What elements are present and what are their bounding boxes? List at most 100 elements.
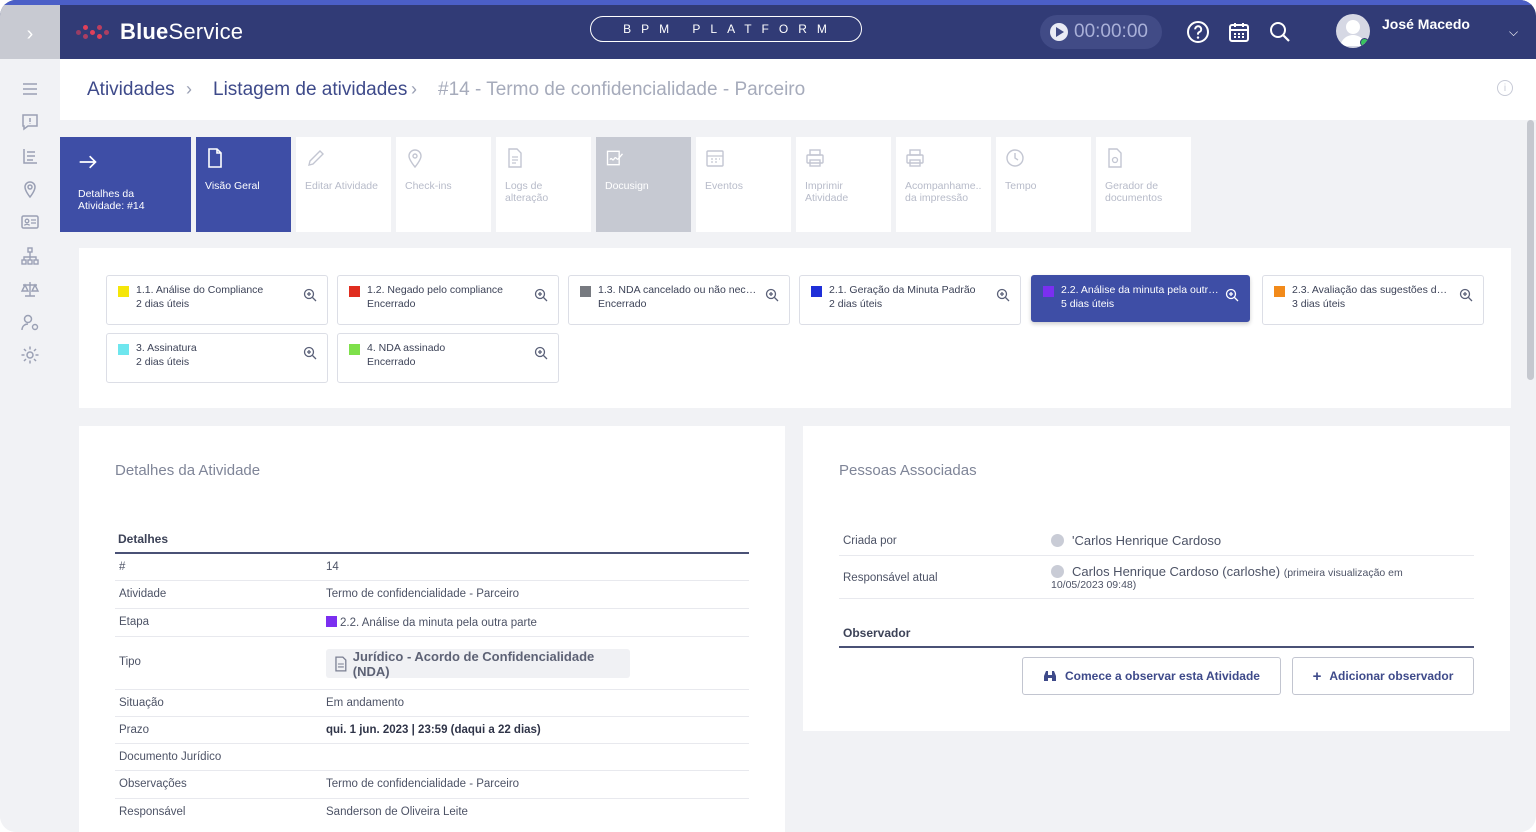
tab-label: Detalhes da Atividade: #14 (78, 188, 145, 212)
stage-card[interactable]: 2.3. Avaliação das sugestões da ou... 3 d… (1262, 275, 1484, 325)
zoom-in-icon[interactable] (1459, 288, 1473, 302)
stage-color-swatch (1043, 286, 1054, 297)
created-by-value: 'Carlos Henrique Cardoso (1051, 533, 1221, 548)
menu-icon[interactable] (20, 79, 40, 99)
stage-title: 3. Assinatura (136, 342, 197, 354)
tab-print-tracking[interactable]: Acompanhame.. da impressão (896, 137, 991, 232)
stage-card[interactable]: 1.1. Análise do Compliance 2 dias úteis (106, 275, 328, 325)
responsible-label: Responsável atual (843, 572, 938, 584)
scales-icon[interactable] (20, 279, 40, 299)
tab-label: Editar Atividade (305, 180, 378, 192)
hierarchy-icon[interactable] (20, 246, 40, 266)
play-icon (1050, 23, 1068, 41)
chevron-down-icon[interactable]: ⌵ (1509, 25, 1518, 40)
info-icon[interactable]: i (1497, 80, 1513, 96)
row-divider (115, 716, 749, 717)
zoom-in-icon[interactable] (303, 346, 317, 360)
stage-color-swatch (118, 344, 129, 355)
details-row-value: 2.2. Análise da minuta pela outra parte (326, 616, 537, 629)
logo[interactable]: BlueService (76, 19, 243, 45)
search-icon[interactable] (1267, 19, 1293, 45)
location-icon[interactable] (20, 179, 40, 199)
gear-icon[interactable] (20, 345, 40, 365)
logo-dots-icon (76, 24, 112, 40)
add-observer-button[interactable]: + Adicionar observador (1292, 657, 1474, 695)
stage-color-swatch (1274, 286, 1285, 297)
user-menu[interactable]: José Macedo (1336, 14, 1470, 48)
tab-change-logs[interactable]: Logs de alteração (496, 137, 591, 232)
type-chip[interactable]: Jurídico - Acordo de Confidencialidade (… (326, 649, 630, 679)
details-row-value: qui. 1 jun. 2023 | 23:59 (daqui a 22 dia… (326, 724, 541, 736)
zoom-in-icon[interactable] (534, 346, 548, 360)
tab-print-activity[interactable]: Imprimir Atividade (796, 137, 891, 232)
user-settings-icon[interactable] (20, 312, 40, 332)
details-row-value: Em andamento (326, 697, 404, 709)
stage-color-swatch (811, 286, 822, 297)
tab-label: Check-ins (405, 180, 452, 192)
stage-card[interactable]: 1.2. Negado pelo compliance Encerrado (337, 275, 559, 325)
stage-title: 4. NDA assinado (367, 342, 446, 354)
zoom-in-icon[interactable] (1225, 288, 1239, 302)
row-divider (115, 743, 749, 744)
document-icon (208, 148, 222, 168)
stage-card[interactable]: 2.2. Análise da minuta pela outra p... 5 … (1031, 275, 1250, 322)
details-row-label: Atividade (119, 588, 167, 600)
logo-text: BlueService (120, 19, 244, 44)
contact-card-icon[interactable] (20, 212, 40, 232)
zoom-in-icon[interactable] (303, 288, 317, 302)
row-divider (115, 580, 749, 581)
expand-sidebar-button[interactable]: › (0, 5, 60, 64)
details-row-label: Tipo (119, 656, 141, 668)
stage-color-swatch (349, 286, 360, 297)
zoom-in-icon[interactable] (996, 288, 1010, 302)
breadcrumb-current: #14 - Termo de confidencialidade - Parce… (438, 79, 806, 100)
calendar-icon[interactable] (1226, 19, 1252, 45)
stage-card[interactable]: 1.3. NDA cancelado ou não necessá... Ence… (568, 275, 790, 325)
list-icon[interactable] (20, 146, 40, 166)
tab-activity-detail[interactable]: Detalhes da Atividade: #14 (60, 137, 191, 232)
details-row-label: Situação (119, 697, 164, 709)
stage-duration: 3 dias úteis (1292, 298, 1346, 310)
clock-icon (1006, 149, 1024, 167)
page-scrollbar[interactable] (1527, 120, 1534, 380)
tab-document-generator[interactable]: Gerador de documentos (1096, 137, 1191, 232)
details-row-value: Termo de confidencialidade - Parceiro (326, 778, 520, 790)
tab-label: Eventos (705, 180, 743, 192)
pencil-icon (308, 150, 324, 166)
stage-color-swatch (326, 616, 337, 627)
tab-check-ins[interactable]: Check-ins (396, 137, 491, 232)
stage-card[interactable]: 4. NDA assinado Encerrado (337, 333, 559, 383)
chevron-right-icon: › (26, 23, 34, 45)
zoom-in-icon[interactable] (534, 288, 548, 302)
app-window: › BlueService BPM PLATFORM 00:00:00 José… (0, 0, 1536, 832)
zoom-in-icon[interactable] (765, 288, 779, 302)
stage-card[interactable]: 3. Assinatura 2 dias úteis (106, 333, 328, 383)
feedback-icon[interactable] (20, 112, 40, 132)
stage-card[interactable]: 2.1. Geração da Minuta Padrão 2 dias útei… (799, 275, 1021, 325)
associated-people-title: Pessoas Associadas (839, 462, 977, 479)
tab-edit-activity[interactable]: Editar Atividade (296, 137, 391, 232)
tab-overview[interactable]: Visão Geral (196, 137, 291, 232)
breadcrumb-item-atividades[interactable]: Atividades (87, 79, 175, 101)
help-icon[interactable] (1185, 19, 1211, 45)
created-by-label: Criada por (843, 535, 897, 547)
tab-events[interactable]: Eventos (696, 137, 791, 232)
details-row-label: # (119, 561, 126, 573)
tab-label: Gerador de documentos (1105, 180, 1163, 204)
top-bar: › BlueService BPM PLATFORM 00:00:00 José… (0, 0, 1536, 64)
log-file-icon (508, 148, 522, 168)
timer-button[interactable]: 00:00:00 (1040, 15, 1162, 49)
table-head-divider (115, 552, 749, 554)
stage-color-swatch (349, 344, 360, 355)
breadcrumb-separator-icon: › (186, 79, 192, 99)
tab-docusign[interactable]: Docusign (596, 137, 691, 232)
observe-activity-button[interactable]: Comece a observar esta Atividade (1022, 657, 1281, 695)
plus-icon: + (1312, 667, 1322, 685)
observer-divider (839, 646, 1474, 648)
details-row-value: Sanderson de Oliveira Leite (326, 806, 468, 818)
details-row-label: Etapa (119, 616, 150, 628)
activity-details-panel (79, 426, 785, 832)
row-divider (839, 598, 1474, 599)
tab-time[interactable]: Tempo (996, 137, 1091, 232)
breadcrumb-item-listagem[interactable]: Listagem de atividades (213, 79, 407, 101)
